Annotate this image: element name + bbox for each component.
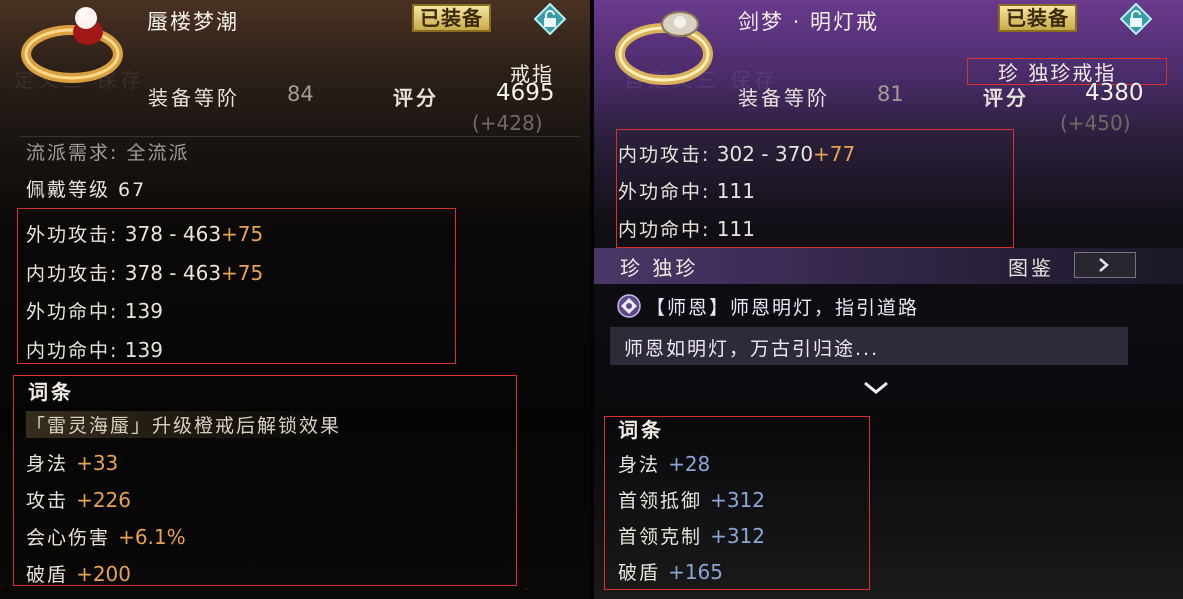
unique-label: 珍 独珍	[620, 256, 699, 280]
affix-header: 词条	[618, 418, 664, 442]
skill-description: 师恩如明灯，万古引归途...	[624, 338, 880, 360]
affix-value: +312	[710, 488, 765, 512]
stat-label: 外功攻击:	[26, 224, 119, 246]
chevron-down-icon[interactable]	[861, 378, 891, 396]
stat-value: 378 - 463	[118, 261, 222, 285]
divider	[20, 136, 580, 137]
affix-label: 首领抵御	[618, 490, 703, 512]
skill-title: 【师恩】师恩明灯，指引道路	[646, 297, 920, 319]
affix-row: 会心伤害 +6.1%	[26, 523, 186, 550]
stat-label: 内功命中:	[618, 219, 711, 241]
affix-value: +6.1%	[118, 525, 186, 549]
item-title: 蜃楼梦潮	[147, 10, 239, 34]
highlight-box	[13, 375, 517, 586]
affix-label: 破盾	[26, 564, 69, 586]
equipped-badge: 已装备	[412, 4, 491, 32]
affix-value: +33	[76, 451, 119, 475]
affix-value: +28	[668, 452, 711, 476]
lock-icon[interactable]	[534, 3, 566, 35]
stat-value: 111	[710, 217, 755, 241]
affix-row: 身法 +28	[618, 450, 710, 477]
equipped-badge: 已装备	[998, 4, 1077, 32]
affix-row: 首领抵御 +312	[618, 486, 765, 513]
tier-value: 84	[287, 82, 314, 106]
score-label: 评分	[983, 86, 1029, 110]
item-title: 剑梦 · 明灯戒	[738, 10, 880, 34]
stat-value: 302 - 370	[710, 142, 814, 166]
stat-row: 内功攻击: 378 - 463+75	[26, 259, 263, 286]
affix-label: 身法	[26, 453, 69, 475]
affix-row: 破盾 +165	[618, 558, 723, 585]
affix-label: 会心伤害	[26, 527, 111, 549]
affix-row: 身法 +33	[26, 449, 118, 476]
affix-value: +312	[710, 524, 765, 548]
affix-label: 首领克制	[618, 526, 703, 548]
skill-gem-icon	[617, 294, 641, 318]
affix-row: 攻击 +226	[26, 486, 131, 513]
stat-label: 外功命中:	[26, 301, 119, 323]
stat-label: 内功攻击:	[26, 263, 119, 285]
stat-value: 111	[710, 179, 755, 203]
affix-label: 身法	[618, 454, 661, 476]
affix-label: 破盾	[618, 562, 661, 584]
tier-label: 装备等阶	[148, 86, 240, 110]
affix-row: 首领克制 +312	[618, 522, 765, 549]
stat-label: 外功命中:	[618, 181, 711, 203]
ring-icon	[615, 11, 713, 85]
tier-value: 81	[877, 82, 904, 106]
codex-label: 图鉴	[1008, 256, 1054, 280]
stat-label: 内功命中:	[26, 340, 119, 362]
wear-level: 佩戴等级 67	[26, 179, 147, 201]
score-delta: (+450)	[1060, 111, 1131, 135]
codex-button[interactable]	[1074, 252, 1136, 278]
stat-bonus: +75	[221, 261, 264, 285]
affix-row: 破盾 +200	[26, 560, 131, 587]
stat-row: 外功命中: 111	[618, 177, 755, 204]
stat-row: 外功命中: 139	[26, 297, 163, 324]
right-item-panel: 自定义三 保存 剑梦 · 明灯戒 已装备 珍 独珍戒指 装备等阶 81 评分 4…	[594, 0, 1183, 599]
stat-row: 外功攻击: 378 - 463+75	[26, 220, 263, 247]
lock-icon[interactable]	[1120, 3, 1152, 35]
affix-value: +226	[76, 488, 131, 512]
stat-row: 内功命中: 139	[26, 336, 163, 363]
tier-label: 装备等阶	[738, 86, 830, 110]
affix-value: +200	[76, 562, 131, 586]
school-requirement: 流派需求: 全流派	[26, 142, 190, 164]
score-delta: (+428)	[472, 111, 543, 135]
score-label: 评分	[393, 86, 439, 110]
stat-value: 139	[118, 299, 163, 323]
stat-value: 378 - 463	[118, 222, 222, 246]
stat-row: 内功攻击: 302 - 370+77	[618, 140, 855, 167]
left-item-panel: 定义三 保存 蜃楼梦潮 已装备 戒指 装备等阶 84 评分 4695 (+428…	[0, 0, 590, 599]
stat-row: 内功命中: 111	[618, 215, 755, 242]
stat-value: 139	[118, 338, 163, 362]
stat-label: 内功攻击:	[618, 144, 711, 166]
arrow-right-icon	[1099, 258, 1109, 272]
affix-header: 词条	[28, 380, 74, 404]
stat-bonus: +75	[221, 222, 264, 246]
affix-note: 「雷灵海蜃」升级橙戒后解锁效果	[26, 411, 348, 438]
affix-label: 攻击	[26, 490, 69, 512]
ring-icon	[21, 7, 123, 83]
stat-bonus: +77	[813, 142, 856, 166]
score-value: 4695	[496, 80, 555, 106]
score-value: 4380	[1085, 80, 1144, 106]
affix-value: +165	[668, 560, 723, 584]
